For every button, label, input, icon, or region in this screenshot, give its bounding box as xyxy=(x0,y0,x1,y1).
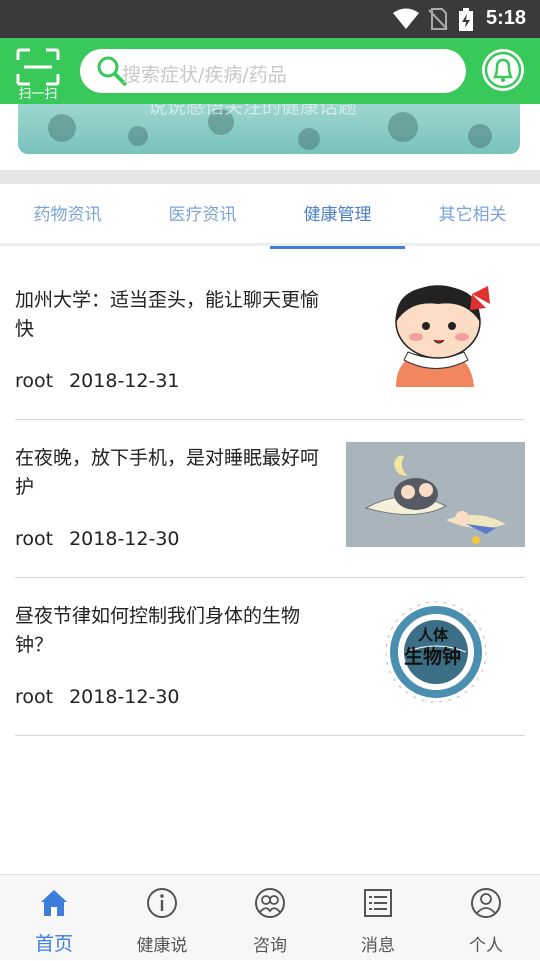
banner-dot xyxy=(388,112,418,142)
article-title: 加州大学：适当歪头，能让聊天更愉快 xyxy=(15,289,320,340)
banner-dot xyxy=(48,114,76,142)
nav-health-talk[interactable]: 健康说 xyxy=(108,875,216,961)
article-author: root xyxy=(15,528,54,550)
article-date: 2018-12-31 xyxy=(69,370,180,392)
search-placeholder: 搜索症状/疾病/药品 xyxy=(122,64,287,86)
banner-dot xyxy=(468,124,492,148)
sleeping-illustration-image xyxy=(346,442,525,547)
cartoon-girl-image xyxy=(346,282,525,387)
article-meta: root 2018-12-30 xyxy=(15,686,196,708)
nav-messages[interactable]: 消息 xyxy=(324,875,432,961)
tab-medical-news[interactable]: 医疗资讯 xyxy=(135,184,270,246)
scan-label: 扫一扫 xyxy=(18,87,58,102)
section-divider xyxy=(0,170,540,184)
banner-text: 说说感悟关注的健康话题 xyxy=(148,104,358,118)
banner-dot xyxy=(298,128,320,150)
nav-label: 消息 xyxy=(361,936,395,956)
body-clock-diagram-image: 人体 生物钟 xyxy=(346,600,525,705)
article-meta: root 2018-12-31 xyxy=(15,370,196,392)
tab-label: 医疗资讯 xyxy=(168,205,237,225)
wifi-icon xyxy=(393,8,419,29)
bottom-navigation: 首页 健康说 咨询 消息 个人 xyxy=(0,874,540,960)
article-meta: root 2018-12-30 xyxy=(15,528,196,550)
tab-health-management[interactable]: 健康管理 xyxy=(270,184,405,249)
search-input[interactable]: 搜索症状/疾病/药品 xyxy=(80,49,466,93)
article-item[interactable]: 加州大学：适当歪头，能让聊天更愉快 root 2018-12-31 xyxy=(15,272,525,420)
person-icon xyxy=(471,888,501,918)
article-title: 在夜晚，放下手机，是对睡眠最好呵护 xyxy=(15,447,320,498)
article-date: 2018-12-30 xyxy=(69,686,180,708)
battery-charging-icon xyxy=(459,8,473,31)
active-tab-indicator xyxy=(270,246,405,249)
app-header: 扫一扫 搜索症状/疾病/药品 xyxy=(0,38,540,104)
no-sim-icon xyxy=(428,8,448,30)
banner-image[interactable]: 说说感悟关注的健康话题 xyxy=(18,104,520,154)
banner-dot xyxy=(128,126,148,146)
nav-label: 个人 xyxy=(469,936,503,956)
nav-consult[interactable]: 咨询 xyxy=(216,875,324,961)
tab-label: 其它相关 xyxy=(438,205,507,225)
status-bar: 5:18 xyxy=(0,0,540,38)
article-date: 2018-12-30 xyxy=(69,528,180,550)
article-item[interactable]: 在夜晚，放下手机，是对睡眠最好呵护 root 2018-12-30 xyxy=(15,430,525,578)
article-item[interactable]: 昼夜节律如何控制我们身体的生物钟？ root 2018-12-30 人体 生物钟 xyxy=(15,588,525,736)
tab-other[interactable]: 其它相关 xyxy=(405,184,540,246)
tab-label: 药物资讯 xyxy=(33,205,102,225)
nav-profile[interactable]: 个人 xyxy=(432,875,540,961)
nav-label: 首页 xyxy=(34,933,73,955)
clock-title-line2: 生物钟 xyxy=(404,646,462,668)
article-author: root xyxy=(15,686,54,708)
nav-home[interactable]: 首页 xyxy=(0,875,108,961)
nav-label: 健康说 xyxy=(136,936,188,956)
home-icon xyxy=(41,890,67,916)
scan-button[interactable]: 扫一扫 xyxy=(10,46,66,102)
nav-label: 咨询 xyxy=(253,936,287,956)
message-list-icon xyxy=(364,889,392,917)
notification-button[interactable] xyxy=(482,49,524,91)
consult-icon xyxy=(255,888,285,918)
article-author: root xyxy=(15,370,54,392)
category-tabs: 药物资讯 医疗资讯 健康管理 其它相关 xyxy=(0,184,540,249)
article-title: 昼夜节律如何控制我们身体的生物钟？ xyxy=(15,605,301,656)
status-time: 5:18 xyxy=(485,7,526,29)
tab-drug-news[interactable]: 药物资讯 xyxy=(0,184,135,246)
scan-icon xyxy=(16,48,60,86)
tab-label: 健康管理 xyxy=(303,205,372,225)
bell-icon xyxy=(483,50,523,90)
info-icon xyxy=(147,888,177,918)
